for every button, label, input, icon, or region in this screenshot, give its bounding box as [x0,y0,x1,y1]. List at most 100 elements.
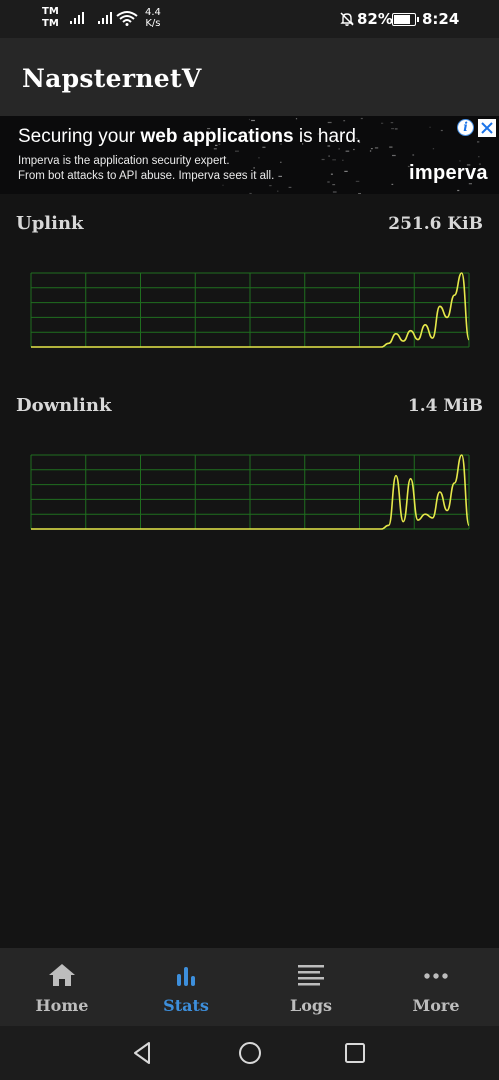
downlink-value: 1.4 MiB [407,396,483,416]
ad-pattern-dot [391,128,395,130]
nav-label-logs: Logs [289,996,333,1015]
system-nav-bar [0,1026,499,1080]
ad-pattern-dot [344,170,348,172]
ad-pattern-dot [332,184,336,186]
ad-pattern-dot [477,141,480,143]
close-icon [481,122,493,134]
lines-icon-line [298,977,324,980]
status-bar: TM TM 4.4 K/s 82% 8:24 [0,0,499,38]
ad-pattern-dot [353,148,355,151]
home-circle-icon[interactable] [237,1040,263,1066]
ad-headline-bold: web applications [140,126,294,147]
ad-close-button[interactable] [478,119,496,137]
net-speed-value: 4.4 [145,7,161,18]
bell-off-icon [340,12,354,26]
nav-label-more: More [412,996,460,1015]
signal-1-icon [70,12,84,24]
net-speed-unit: K/s [145,18,161,29]
app-title: NapsternetV [22,64,202,93]
ad-info-icon[interactable]: i [457,119,474,136]
back-icon[interactable] [130,1040,156,1066]
ad-pattern-dot [355,180,360,182]
ad-headline-prefix: Securing your [18,126,141,147]
ad-pattern-dot [338,148,340,150]
app-bar: NapsternetV [0,38,499,116]
downlink-chart [30,454,470,530]
ad-pattern-dot [332,191,337,193]
ad-pattern-dot [343,120,346,122]
more-horizontal-icon [424,973,448,979]
nav-item-logs[interactable]: Logs [249,948,373,1026]
ad-pattern-dot [321,158,325,161]
lines-icon-line [298,971,320,974]
ad-pattern-dot [278,175,282,177]
ad-headline[interactable]: Securing your web applications is hard. [18,126,361,148]
net-speed: 4.4 K/s [145,7,161,29]
ad-pattern-dot [432,148,435,150]
ad-pattern-dot [295,118,298,120]
ad-pattern-dot [360,117,363,120]
carrier-top: TM [42,6,59,17]
ad-pattern-dot [280,161,282,163]
ad-pattern-dot [288,186,292,188]
ad-pattern-dot [457,189,460,192]
ad-pattern-dot [369,150,372,152]
recents-icon[interactable] [342,1040,368,1066]
ad-pattern-dot [394,128,398,130]
bar-chart-icon-bar [184,967,188,986]
ad-pattern-dot [327,121,332,124]
more-icon-dot [442,973,448,979]
ad-body-line1: Imperva is the application security expe… [18,155,230,167]
ad-pattern-dot [390,122,394,124]
carrier-labels: TM TM [42,6,59,30]
ad-banner[interactable]: Securing your web applications is hard. … [0,116,499,194]
ad-pattern-dot [345,150,350,152]
more-icon-dot [424,973,430,979]
battery-percent: 82% [357,10,393,28]
home-icon [49,964,75,986]
ad-pattern-dot [412,154,415,156]
bar-chart-icon-bar [191,976,195,986]
ad-pattern-dot [478,156,480,158]
ad-pattern-dot [389,146,393,148]
ad-body: Imperva is the application security expe… [18,154,274,184]
ad-pattern-dot [381,122,384,124]
ad-pattern-dot [251,119,255,122]
ad-pattern-dot [370,148,373,150]
lines-icon-line [298,965,324,968]
ad-pattern-dot [222,184,224,186]
uplink-value: 251.6 KiB [388,214,483,234]
nav-item-more[interactable]: More [374,948,498,1026]
ad-pattern-dot [249,192,252,194]
ad-body-line2: From bot attacks to API abuse. Imperva s… [18,170,275,182]
nav-item-home[interactable]: Home [0,948,124,1026]
uplink-chart [30,272,470,348]
ad-pattern-dot [277,190,279,192]
ad-pattern-dot [332,159,336,161]
uplink-label: Uplink [16,213,84,234]
ad-pattern-dot [248,118,251,121]
ad-info-glyph: i [463,120,468,134]
ad-brand-logo[interactable]: imperva [409,162,488,185]
ad-headline-suffix: is hard. [293,126,362,147]
ad-pattern-dot [392,154,396,157]
lines-icon-line [298,983,320,986]
nav-item-stats[interactable]: Stats [124,948,248,1026]
ad-pattern-dot [440,129,443,132]
signal-2-icon [98,12,112,24]
ad-pattern-dot [328,155,330,157]
bar-chart-icon [177,967,195,986]
more-icon-dot [433,973,439,979]
ad-pattern-dot [330,173,333,175]
home-icon-shape [49,964,75,986]
clock: 8:24 [422,10,460,28]
carrier-bottom: TM [42,18,59,29]
bar-chart-icon-bar [177,974,181,986]
nav-label-stats: Stats [163,996,209,1015]
nav-label-home: Home [35,996,89,1015]
downlink-label: Downlink [16,395,112,416]
ad-pattern-dot [374,147,379,149]
ad-pattern-dot [342,159,344,161]
ad-pattern-dot [429,126,431,128]
bottom-nav: Home Stats Logs More [0,948,499,1026]
